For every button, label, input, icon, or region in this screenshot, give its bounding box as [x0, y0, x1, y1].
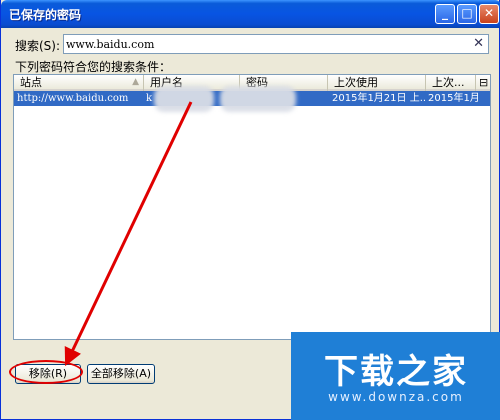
annotation-circle [9, 360, 83, 384]
password-list[interactable]: 站点 ▲ 用户名 密码 上次使用 上次... ⊟ http://www.baid… [13, 74, 491, 340]
column-site[interactable]: 站点 ▲ [14, 75, 144, 91]
password-redaction [220, 86, 296, 112]
watermark-url: www.downza.com [328, 390, 464, 404]
remove-all-button[interactable]: 全部移除(A) [87, 364, 155, 384]
title-bar[interactable]: 已保存的密码 _ □ ✕ [1, 0, 500, 28]
row-last-changed: 2015年1月 [428, 93, 478, 104]
column-picker-icon[interactable]: ⊟ [476, 75, 490, 91]
saved-passwords-window: 已保存的密码 _ □ ✕ 搜索(S): ✕ 下列密码符合您的搜索条件： 站点 ▲… [0, 0, 500, 420]
maximize-button[interactable]: □ [457, 4, 477, 24]
search-field[interactable]: ✕ [63, 34, 489, 54]
window-title: 已保存的密码 [9, 8, 82, 22]
column-last-changed[interactable]: 上次... [426, 75, 476, 91]
username-redaction [154, 86, 214, 112]
search-input[interactable] [66, 36, 466, 52]
column-last-used[interactable]: 上次使用 [328, 75, 426, 91]
watermark-logo: 下载之家 www.downza.com [291, 332, 500, 420]
clear-search-icon[interactable]: ✕ [473, 36, 484, 51]
close-button[interactable]: ✕ [479, 4, 499, 24]
row-last-used: 2015年1月21日 上... [332, 93, 426, 104]
minimize-button[interactable]: _ [435, 4, 455, 24]
search-label: 搜索(S): [15, 39, 61, 53]
row-site: http://www.baidu.com [17, 93, 129, 104]
watermark-title: 下载之家 [324, 352, 468, 392]
results-caption: 下列密码符合您的搜索条件： [15, 60, 172, 74]
sort-ascending-icon: ▲ [132, 77, 139, 87]
